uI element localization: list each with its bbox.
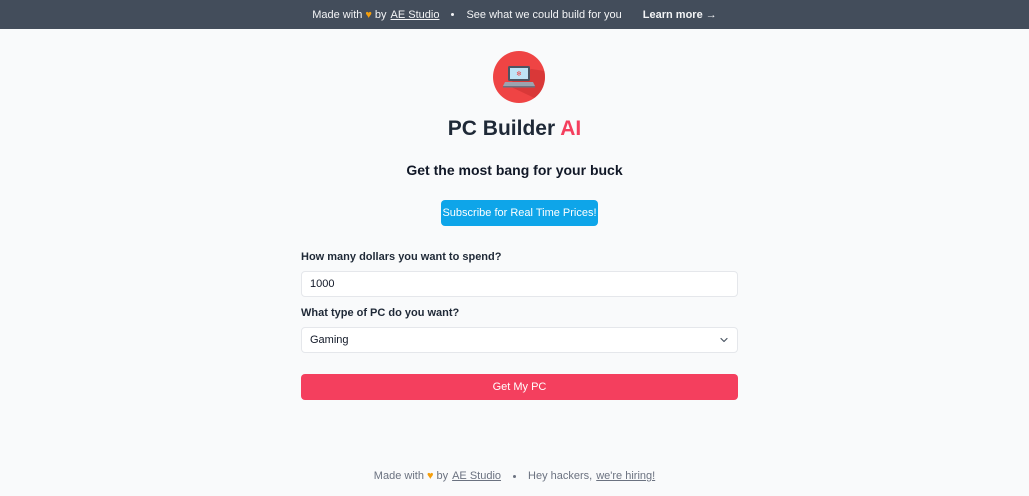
pc-type-selected-value: Gaming	[310, 334, 349, 346]
footer-studio-link[interactable]: AE Studio	[452, 469, 501, 483]
app-logo: ❄	[493, 51, 545, 103]
banner-made-with: Made with ♥ by AE Studio	[312, 9, 439, 21]
top-banner: Made with ♥ by AE Studio See what we cou…	[0, 0, 1029, 29]
footer-separator-dot	[513, 474, 517, 478]
page-title: PC Builder AI	[0, 116, 1029, 142]
pc-type-select[interactable]: Gaming	[301, 327, 738, 353]
footer-made-with-text: Made with	[373, 470, 424, 482]
footer-heart-icon: ♥	[426, 470, 434, 482]
learn-more-link[interactable]: Learn more →	[643, 9, 717, 21]
title-main: PC Builder	[447, 117, 556, 140]
banner-pitch-text: See what we could build for you	[466, 8, 622, 21]
heart-icon: ♥	[365, 8, 372, 21]
laptop-icon: ❄	[503, 66, 545, 103]
title-accent: AI	[560, 117, 582, 140]
footer: Made with ♥ by AE Studio Hey hackers, we…	[0, 469, 1029, 483]
banner-separator-dot	[451, 13, 455, 16]
footer-by-text: by	[436, 470, 449, 482]
budget-input[interactable]: 1000	[301, 271, 738, 297]
pc-type-label: What type of PC do you want?	[301, 307, 460, 319]
banner-made-with-text: Made with	[312, 8, 363, 21]
budget-label: How many dollars you want to spend?	[301, 251, 502, 263]
svg-text:❄: ❄	[516, 70, 522, 78]
page-subtitle: Get the most bang for your buck	[406, 162, 623, 178]
subscribe-button[interactable]: Subscribe for Real Time Prices!	[441, 200, 598, 226]
get-my-pc-button[interactable]: Get My PC	[301, 374, 738, 400]
hiring-link[interactable]: we're hiring!	[596, 469, 655, 483]
chevron-down-icon	[720, 337, 728, 343]
footer-hackers-text: Hey hackers,	[528, 470, 593, 482]
banner-by-text: by	[374, 8, 387, 21]
banner-studio-link[interactable]: AE Studio	[391, 9, 440, 21]
budget-input-value: 1000	[310, 278, 335, 290]
